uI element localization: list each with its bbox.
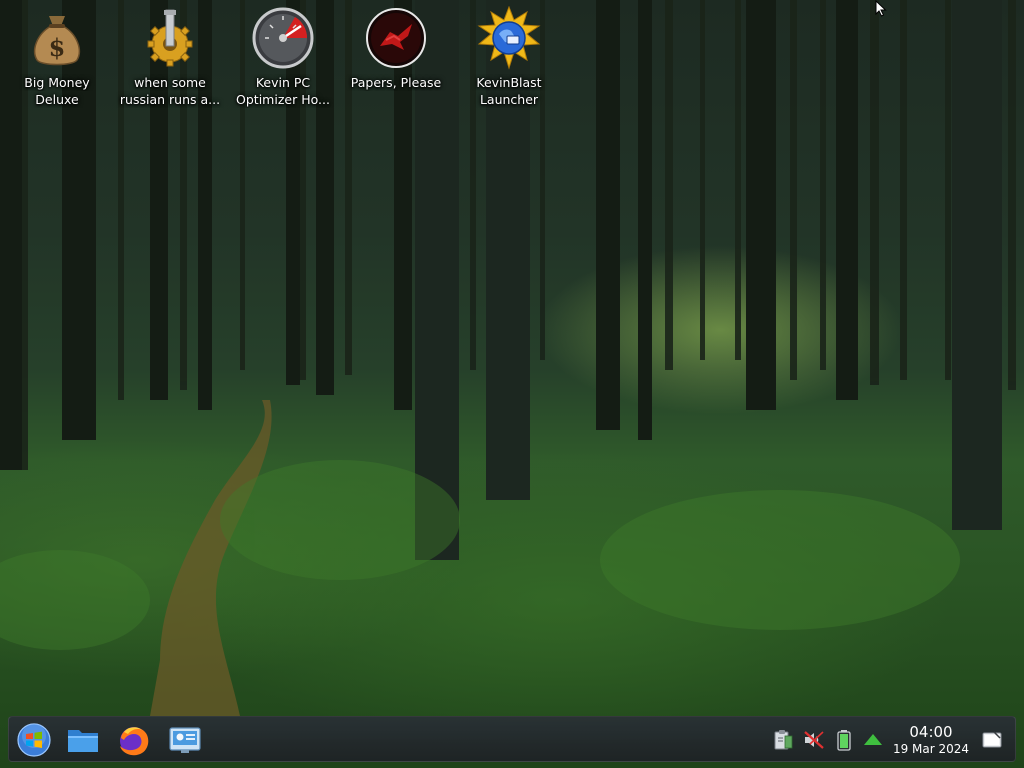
speedometer-icon [252, 7, 314, 69]
desktop-icon-label: Big Money Deluxe [24, 75, 90, 107]
desktop-icon-papers-please[interactable]: Papers, Please [341, 6, 451, 116]
desktop-icon-label: Papers, Please [350, 75, 442, 90]
money-bag-icon: $ [33, 16, 81, 66]
desktop-icon-kevinblast-launcher[interactable]: KevinBlast Launcher [454, 6, 564, 116]
taskbar: 04:00 19 Mar 2024 [8, 716, 1016, 762]
speaker-muted-icon[interactable] [802, 728, 826, 752]
desktop-icon-label: Kevin PC Optimizer Ho... [236, 75, 330, 107]
desktop-icon-label: KevinBlast Launcher [476, 75, 542, 107]
control-panel-icon[interactable] [167, 722, 203, 758]
clock-time: 04:00 [909, 723, 953, 741]
mouse-pointer-icon [875, 0, 887, 17]
gear-bolt-icon [147, 9, 193, 67]
clock-date: 19 Mar 2024 [892, 742, 970, 756]
desktop-icon-kevin-pc-optimizer[interactable]: Kevin PC Optimizer Ho... [228, 6, 338, 116]
windows-orb-icon[interactable] [16, 722, 52, 758]
arrow-up-icon[interactable] [861, 728, 885, 752]
show-desktop-icon[interactable] [980, 728, 1004, 752]
clipboard-icon[interactable] [771, 728, 795, 752]
papers-please-icon [366, 8, 426, 68]
folder-icon[interactable] [65, 722, 101, 758]
battery-icon[interactable] [832, 728, 856, 752]
kevinblast-globe-icon [477, 6, 541, 70]
desktop-icon-big-money-deluxe[interactable]: $ Big Money Deluxe [2, 6, 112, 116]
svg-text:$: $ [49, 33, 66, 62]
desktop-icon-russian-runs[interactable]: when some russian runs a... [115, 6, 225, 116]
desktop-icon-label: when some russian runs a... [119, 75, 221, 107]
firefox-icon[interactable] [116, 722, 152, 758]
system-clock[interactable]: 04:00 19 Mar 2024 [885, 723, 977, 757]
